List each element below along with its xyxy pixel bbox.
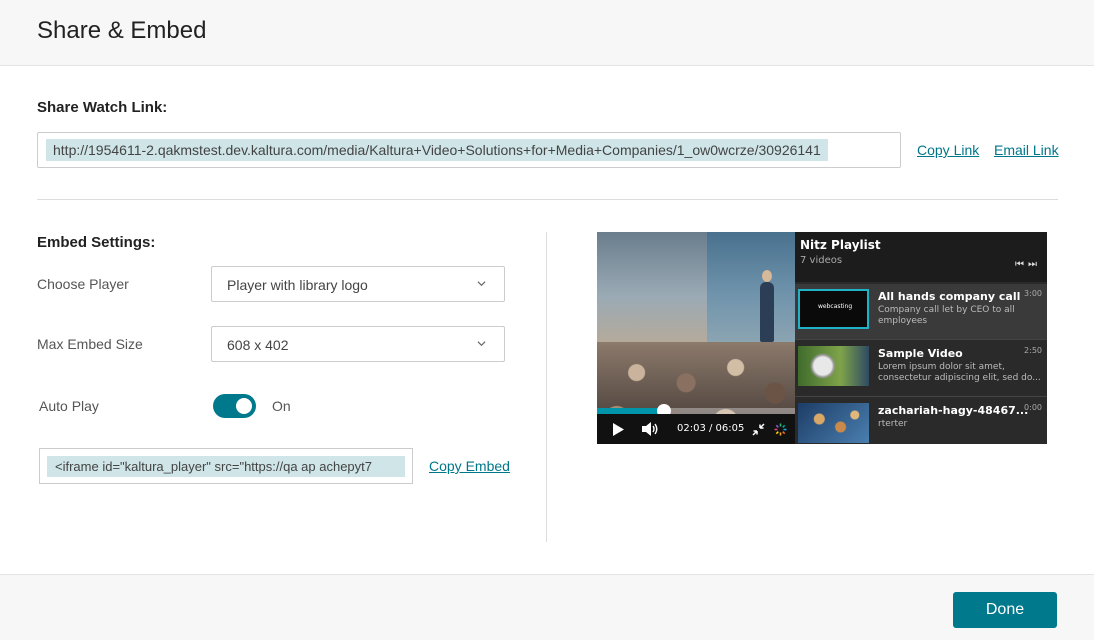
email-link-button[interactable]: Email Link [994,142,1059,158]
column-divider [546,232,547,542]
playlist-item[interactable]: webcasting All hands company call Compan… [795,284,1047,340]
done-button[interactable]: Done [953,592,1057,628]
player-preview[interactable]: 02:03 / 06:05 Nitz Playlist 7 videos ⏮⏭ … [597,232,1047,444]
auto-play-label: Auto Play [39,398,99,414]
max-embed-size-value: 608 x 402 [227,337,289,353]
share-url-text[interactable]: http://1954611-2.qakmstest.dev.kaltura.c… [46,139,828,161]
exit-fullscreen-icon[interactable] [752,423,765,436]
max-embed-size-label: Max Embed Size [37,336,143,352]
auto-play-toggle[interactable] [213,394,256,418]
playlist-item-name: All hands company call [878,290,1021,303]
playlist-item-desc: Lorem ipsum dolor sit amet, consectetur … [878,362,1041,383]
copy-link-button[interactable]: Copy Link [917,142,979,158]
embed-code-field[interactable]: <iframe id="kaltura_player" src="https:/… [39,448,413,484]
time-display: 02:03 / 06:05 [677,423,745,434]
dialog-footer: Done [0,574,1094,640]
chevron-down-icon [477,281,486,287]
dialog-title: Share & Embed [37,17,207,44]
toggle-knob [236,398,252,414]
playlist-item[interactable]: zachariah-hagy-48467... rterter 0:00 [795,398,1047,444]
share-link-label: Share Watch Link: [37,99,168,116]
share-url-field[interactable]: http://1954611-2.qakmstest.dev.kaltura.c… [37,132,901,168]
volume-icon[interactable] [642,422,659,436]
playlist-thumbnail [798,403,869,443]
playlist-item-desc: Company call let by CEO to all employees [878,305,1015,326]
playlist-item-duration: 3:00 [1024,289,1042,298]
playlist-header: Nitz Playlist 7 videos ⏮⏭ [795,232,1047,282]
embed-code-text[interactable]: <iframe id="kaltura_player" src="https:/… [47,456,405,477]
choose-player-value: Player with library logo [227,277,368,293]
video-speaker [760,270,774,342]
previous-track-icon[interactable]: ⏮ [1015,259,1028,270]
playlist-count: 7 videos [800,255,843,266]
chevron-down-icon [477,341,486,347]
section-divider [37,199,1058,200]
video-stage [707,232,795,352]
playlist-item-name: Sample Video [878,347,963,360]
playlist-nav: ⏮⏭ [1015,259,1041,270]
settings-icon[interactable] [774,423,787,436]
embed-settings-label: Embed Settings: [37,234,156,251]
playlist-item-name: zachariah-hagy-48467... [878,404,1029,417]
play-icon[interactable] [612,423,624,436]
choose-player-label: Choose Player [37,276,129,292]
copy-embed-button[interactable]: Copy Embed [429,458,510,474]
playlist-item-duration: 0:00 [1024,403,1042,412]
playlist-item[interactable]: Sample Video Lorem ipsum dolor sit amet,… [795,341,1047,397]
playlist-thumbnail [798,346,869,386]
choose-player-select[interactable]: Player with library logo [211,266,505,302]
video-frame[interactable]: 02:03 / 06:05 [597,232,795,444]
thumbnail-caption: webcasting [818,303,853,310]
next-track-icon[interactable]: ⏭ [1028,259,1041,270]
playlist-thumbnail: webcasting [798,289,869,329]
playlist-title: Nitz Playlist [800,238,881,252]
player-controls: 02:03 / 06:05 [597,414,795,444]
playlist-item-duration: 2:50 [1024,346,1042,355]
playlist-item-desc: rterter [878,419,908,429]
auto-play-state: On [272,398,291,414]
dialog-header: Share & Embed [0,0,1094,66]
max-embed-size-select[interactable]: 608 x 402 [211,326,505,362]
playlist-panel: Nitz Playlist 7 videos ⏮⏭ webcasting All… [795,232,1047,444]
